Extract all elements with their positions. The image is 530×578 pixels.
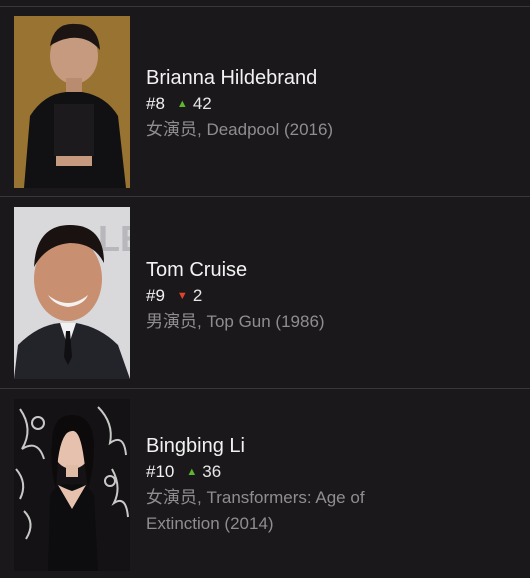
rank: #8 [146, 94, 165, 113]
arrow-down-icon: ▼ [176, 290, 188, 302]
rank: #9 [146, 286, 165, 305]
rank-change: 36 [202, 462, 222, 481]
known-for: 女演员, Transformers: Age of Extinction (20… [146, 488, 365, 533]
rank-change: 2 [192, 286, 203, 305]
person-name[interactable]: Bingbing Li [146, 433, 436, 459]
known-for: 男演员, Top Gun (1986) [146, 312, 325, 331]
headshot-photo[interactable] [14, 399, 130, 571]
known-for: 女演员, Deadpool (2016) [146, 120, 334, 139]
person-name[interactable]: Brianna Hildebrand [146, 65, 436, 91]
rank: #10 [146, 462, 175, 481]
list-item[interactable]: Brianna Hildebrand #8 ▲ 42 女演员, Deadpool… [0, 7, 530, 197]
arrow-up-icon: ▲ [176, 98, 188, 110]
arrow-up-icon: ▲ [186, 466, 198, 478]
person-name[interactable]: Tom Cruise [146, 257, 436, 283]
headshot-photo[interactable]: LLE [14, 207, 130, 379]
list-item[interactable]: Bingbing Li #10 ▲ 36 女演员, Transformers: … [0, 389, 530, 578]
headshot-photo[interactable] [14, 16, 130, 188]
rank-line: #9 ▼ 2 [146, 283, 436, 309]
rank-line: #8 ▲ 42 [146, 91, 436, 117]
rank-line: #10 ▲ 36 [146, 459, 436, 485]
list-item[interactable]: LLE Tom Cruise #9 ▼ 2 男演员, Top Gun (1986… [0, 197, 530, 389]
starmeter-list: Brianna Hildebrand #8 ▲ 42 女演员, Deadpool… [0, 0, 530, 578]
rank-change: 42 [192, 94, 212, 113]
